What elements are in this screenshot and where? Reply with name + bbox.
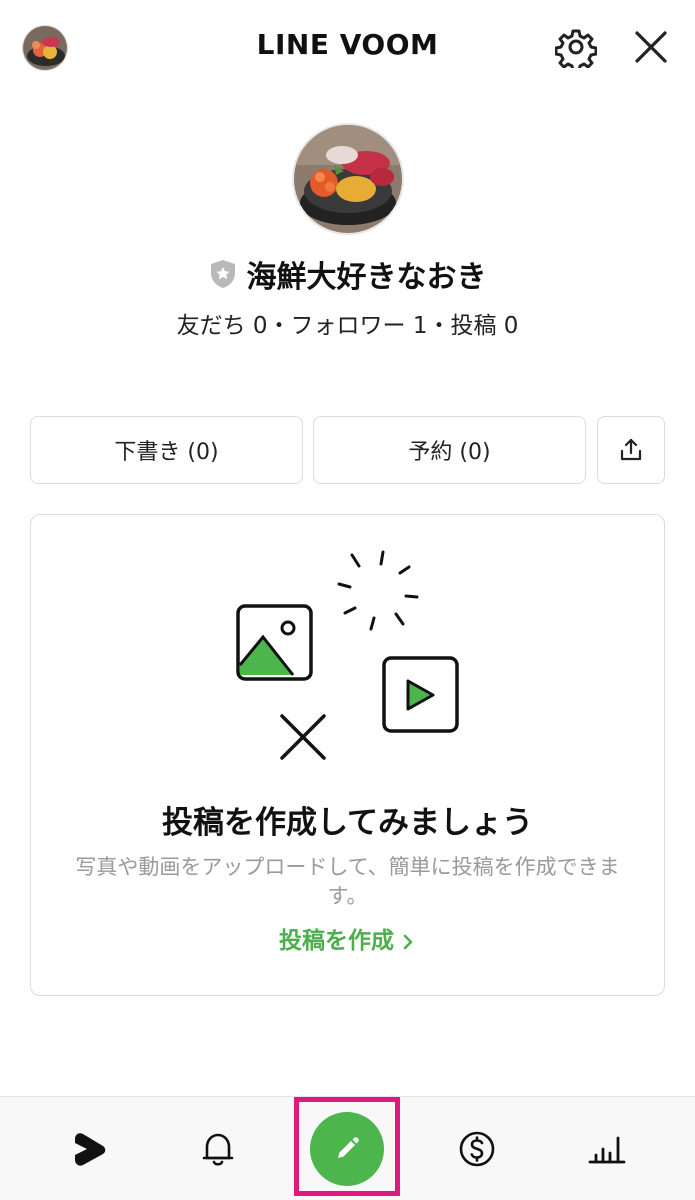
- share-button[interactable]: [597, 416, 665, 484]
- voom-home-icon: [75, 1133, 106, 1166]
- profile-avatar[interactable]: [292, 123, 404, 235]
- share-icon: [620, 438, 642, 461]
- dollar-coin-icon: [459, 1131, 495, 1167]
- sushi-bowl-photo-icon: [294, 125, 402, 233]
- highlight-box: [294, 1097, 400, 1196]
- empty-state-illustration: [236, 550, 459, 760]
- video-play-icon: [382, 656, 459, 733]
- drafts-button[interactable]: 下書き (0): [30, 416, 303, 484]
- profile-name-row: 海鮮大好きなおき: [0, 252, 695, 296]
- nav-home[interactable]: [44, 1097, 134, 1200]
- close-icon: [635, 31, 667, 63]
- empty-state-description: 写真や動画をアップロードして、簡単に投稿を作成できます。: [75, 855, 620, 908]
- profile-name: 海鮮大好きなおき: [246, 260, 487, 295]
- bell-icon: [202, 1133, 234, 1166]
- gear-icon: [554, 29, 598, 73]
- nav-notifications[interactable]: [173, 1097, 263, 1200]
- close-button[interactable]: [630, 26, 672, 68]
- empty-state-card: 投稿を作成してみましょう 写真や動画をアップロードして、簡単に投稿を作成できます…: [30, 514, 665, 996]
- empty-state-heading: 投稿を作成してみましょう: [161, 805, 534, 841]
- header: LINE VOOM: [0, 0, 695, 96]
- nav-earnings[interactable]: [432, 1097, 522, 1200]
- shield-star-icon: [210, 260, 235, 288]
- cross-icon: [280, 714, 326, 760]
- nav-insights[interactable]: [562, 1097, 652, 1200]
- settings-button[interactable]: [554, 26, 598, 73]
- profile-stats: 友だち 0・フォロワー 1・投稿 0: [176, 313, 519, 339]
- create-post-link[interactable]: 投稿を作成: [31, 921, 664, 955]
- image-icon: [236, 604, 313, 681]
- create-post-link-label: 投稿を作成: [279, 928, 394, 954]
- chevron-right-icon: [403, 934, 413, 949]
- bar-chart-icon: [588, 1136, 626, 1164]
- scheduled-button[interactable]: 予約 (0): [313, 416, 586, 484]
- sparkle-icon: [337, 550, 419, 631]
